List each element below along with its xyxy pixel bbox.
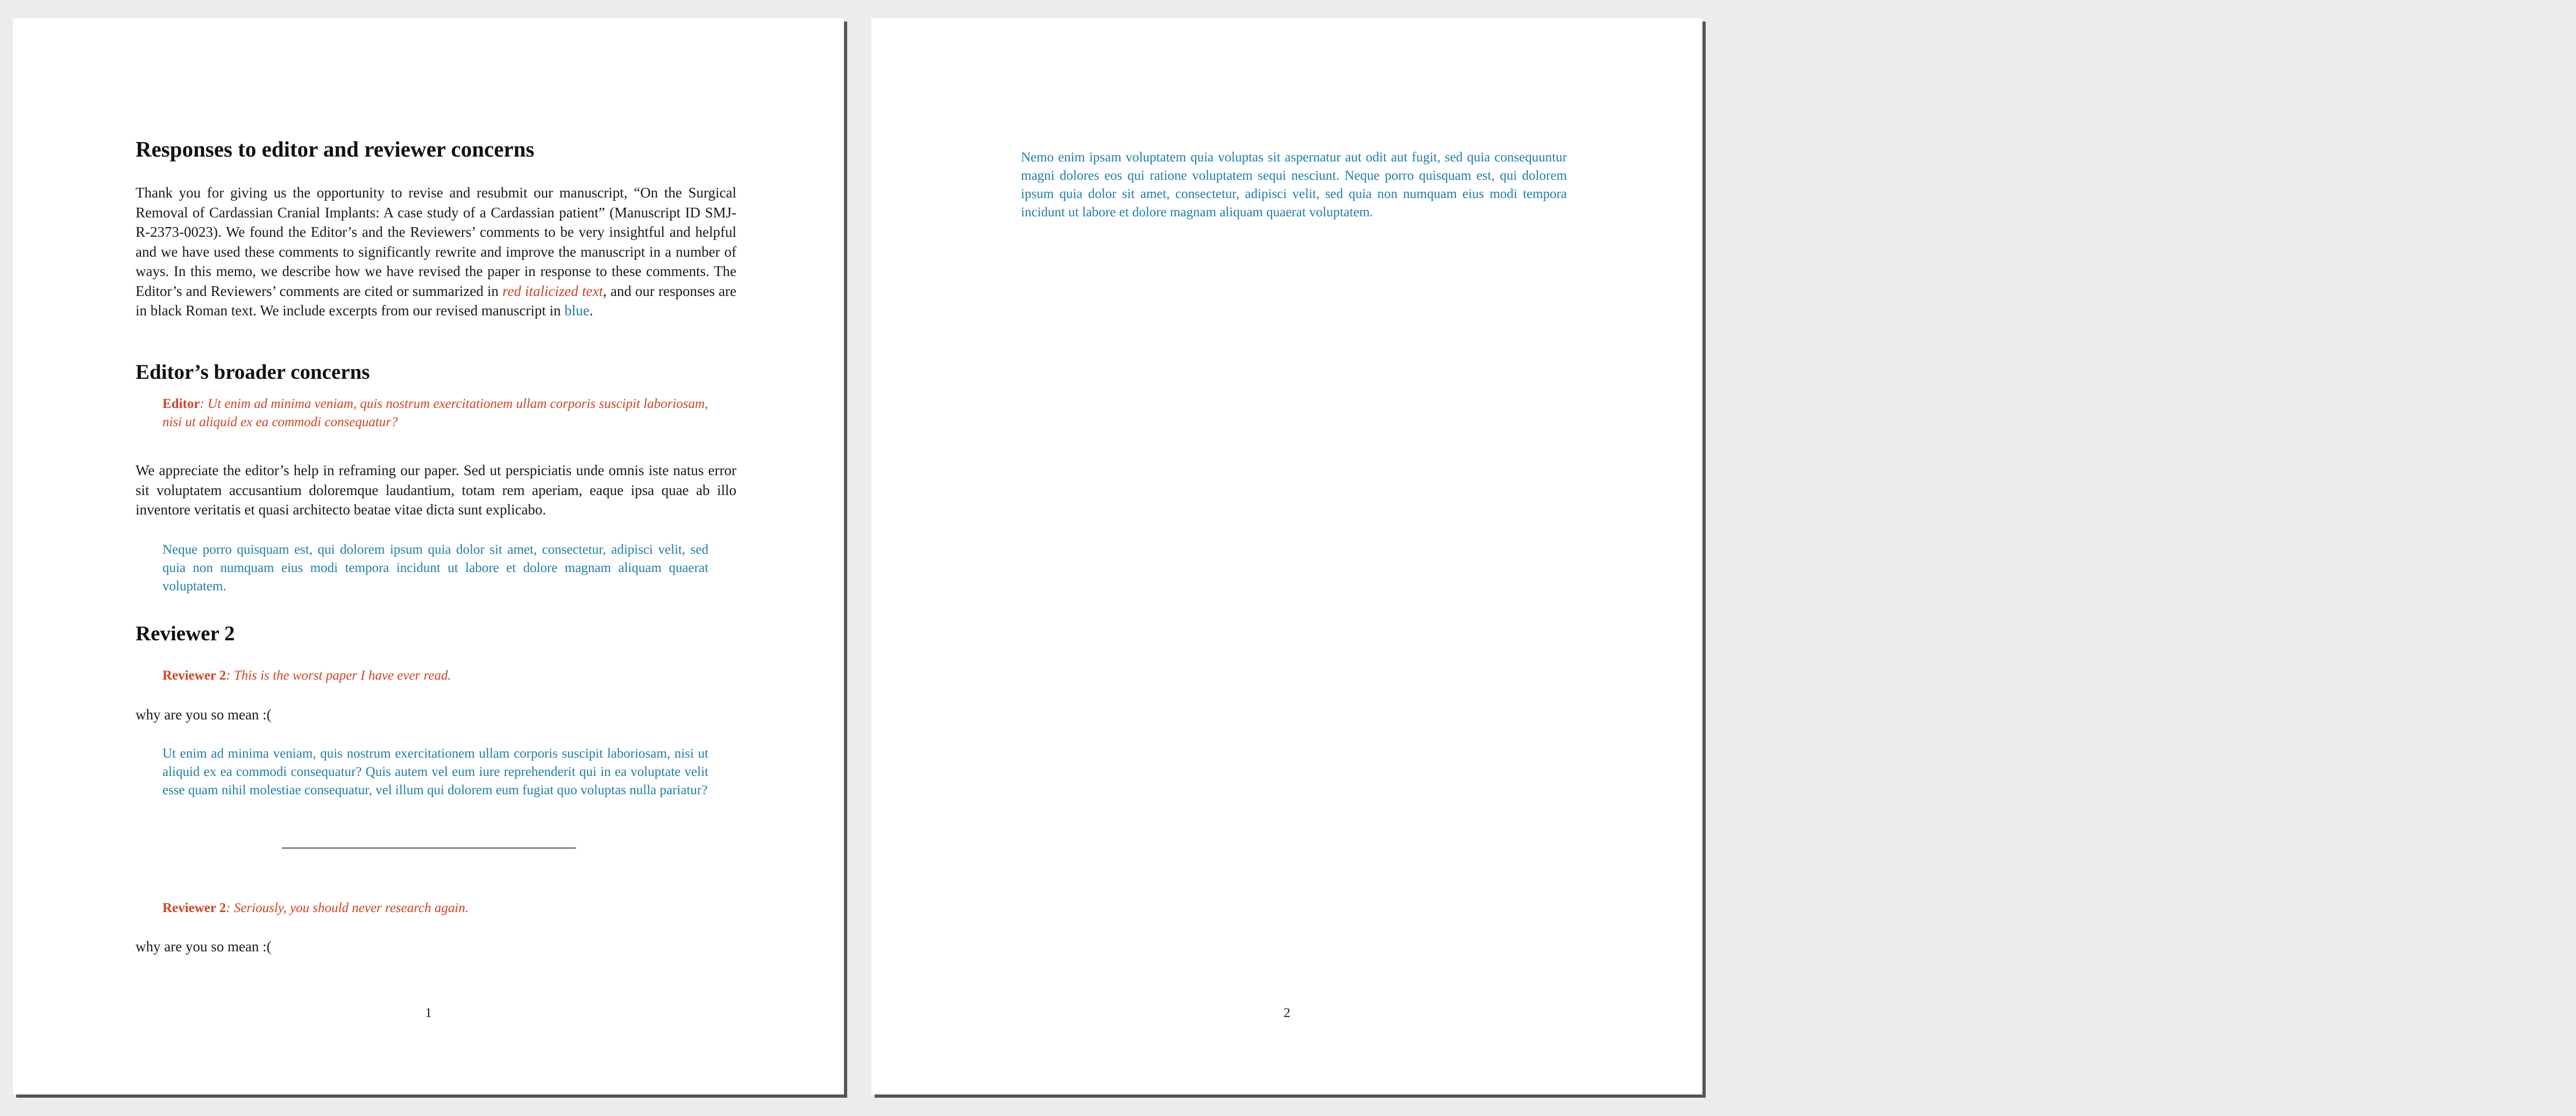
reviewer2-response-2: why are you so mean :( (136, 938, 272, 955)
document-title: Responses to editor and reviewer concern… (136, 137, 535, 161)
reviewer2-response-1: why are you so mean :( (136, 707, 272, 723)
editor-comment-text: : Ut enim ad minima veniam, quis nostrum… (162, 397, 708, 429)
intro-text-3: . (589, 302, 593, 319)
legend-red-italic: red italicized text (502, 282, 604, 299)
reviewer2-comment-1-text: : This is the worst paper I have ever re… (226, 668, 451, 683)
reviewer2-comment-1: Reviewer 2: This is the worst paper I ha… (162, 667, 708, 685)
section-heading-editor: Editor’s broader concerns (136, 361, 370, 384)
document-page-2: Nemo enim ipsam voluptatem quia voluptas… (871, 18, 1702, 1094)
page2-manuscript-excerpt: Nemo enim ipsam voluptatem quia voluptas… (1021, 150, 1567, 220)
editor-response: We appreciate the editor’s help in refra… (136, 462, 736, 518)
editor-manuscript-excerpt: Neque porro quisquam est, qui dolorem ip… (162, 542, 708, 594)
legend-blue: blue (564, 302, 590, 319)
section-heading-reviewer-2: Reviewer 2 (136, 622, 235, 645)
reviewer2-comment-2-label: Reviewer 2 (162, 901, 226, 915)
reviewer2-comment-2-text: : Seriously, you should never research a… (226, 901, 469, 915)
intro-text-1: Thank you for giving us the opportunity … (136, 185, 736, 299)
document-page-1: Responses to editor and reviewer concern… (13, 18, 844, 1094)
reviewer2-comment-2: Reviewer 2: Seriously, you should never … (162, 899, 708, 917)
editor-comment: Editor: Ut enim ad minima veniam, quis n… (162, 395, 708, 432)
section-divider-rule (282, 847, 576, 849)
page-number-1: 1 (425, 1006, 432, 1020)
reviewer2-comment-1-label: Reviewer 2 (162, 668, 226, 683)
editor-comment-label: Editor (162, 397, 200, 411)
reviewer2-manuscript-excerpt: Ut enim ad minima veniam, quis nostrum e… (162, 746, 708, 797)
intro-paragraph: Thank you for giving us the opportunity … (136, 183, 736, 321)
page-number-2: 2 (1283, 1006, 1290, 1020)
